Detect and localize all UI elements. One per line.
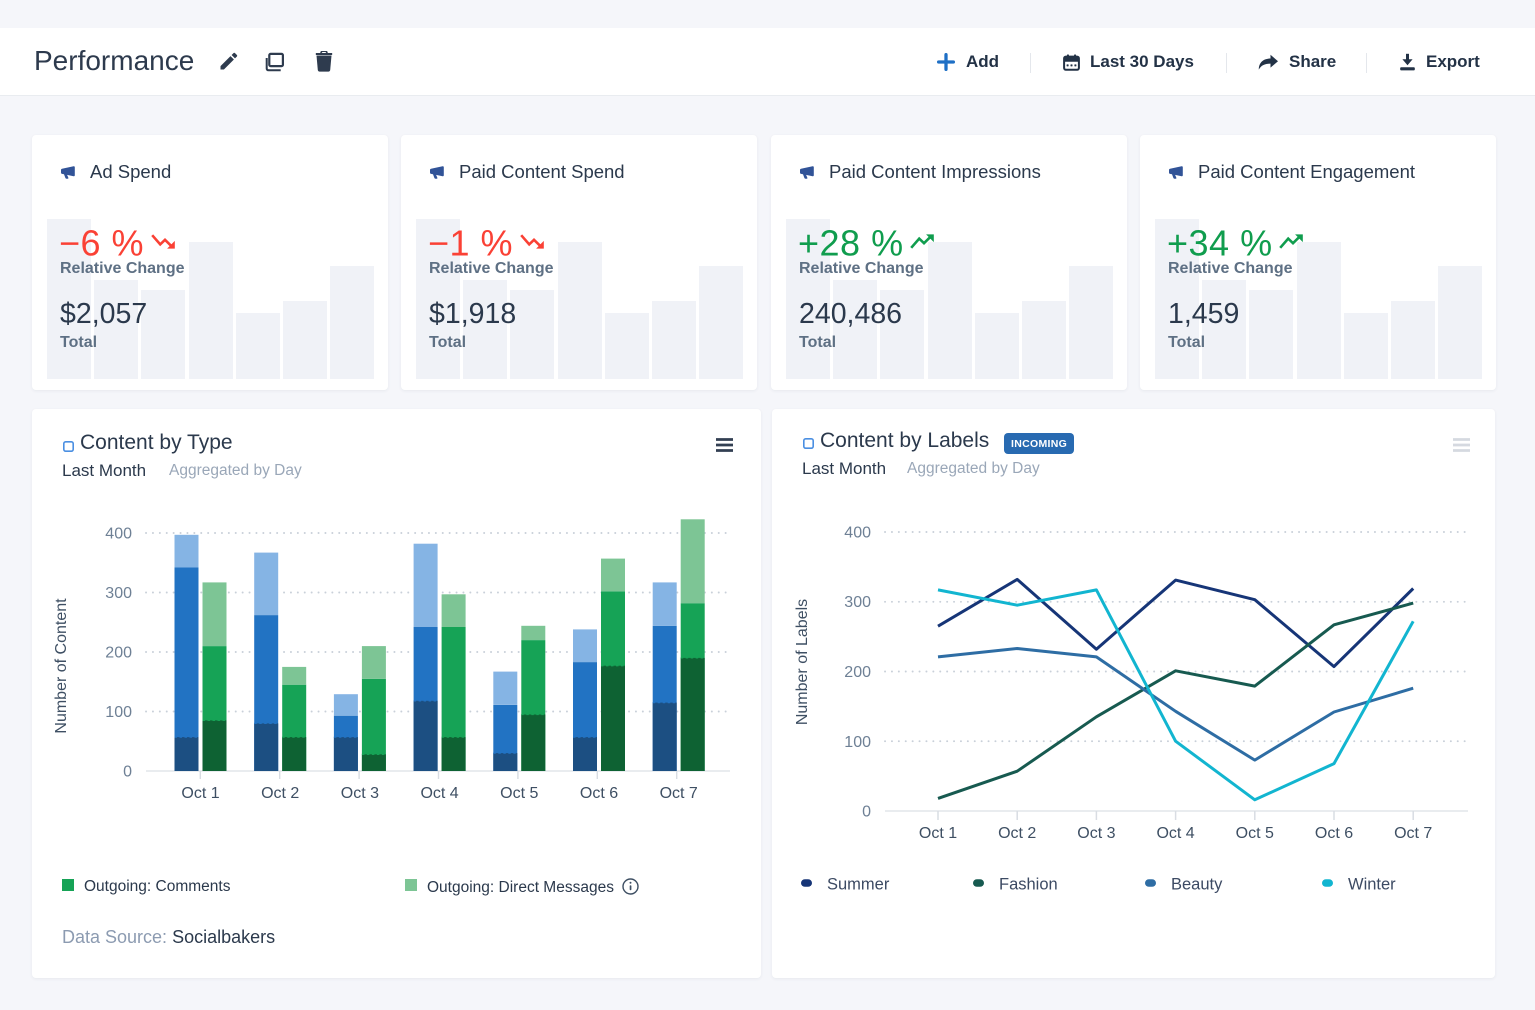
svg-text:300: 300 xyxy=(844,594,871,611)
svg-text:0: 0 xyxy=(123,764,132,781)
svg-text:200: 200 xyxy=(105,645,132,662)
svg-text:Beauty: Beauty xyxy=(1171,876,1223,894)
svg-text:Summer: Summer xyxy=(827,876,890,894)
svg-text:Oct 1: Oct 1 xyxy=(919,825,957,842)
svg-text:Oct 7: Oct 7 xyxy=(1394,825,1432,842)
svg-text:Number of Content: Number of Content xyxy=(53,598,70,734)
svg-text:Fashion: Fashion xyxy=(999,876,1058,894)
svg-text:100: 100 xyxy=(844,734,871,751)
svg-text:0: 0 xyxy=(862,804,871,821)
svg-text:Oct 1: Oct 1 xyxy=(181,785,219,802)
svg-text:Oct 4: Oct 4 xyxy=(420,785,458,802)
svg-text:Oct 6: Oct 6 xyxy=(580,785,618,802)
svg-text:Oct 2: Oct 2 xyxy=(261,785,299,802)
svg-text:Oct 7: Oct 7 xyxy=(660,785,698,802)
svg-text:200: 200 xyxy=(844,664,871,681)
svg-text:400: 400 xyxy=(105,526,132,543)
svg-text:Winter: Winter xyxy=(1348,876,1396,894)
svg-text:Oct 3: Oct 3 xyxy=(341,785,379,802)
svg-text:Number of Labels: Number of Labels xyxy=(794,599,811,725)
svg-text:Oct 6: Oct 6 xyxy=(1315,825,1353,842)
svg-text:Oct 2: Oct 2 xyxy=(998,825,1036,842)
svg-text:Oct 5: Oct 5 xyxy=(500,785,538,802)
svg-text:400: 400 xyxy=(844,525,871,542)
svg-text:Oct 3: Oct 3 xyxy=(1077,825,1115,842)
svg-text:300: 300 xyxy=(105,585,132,602)
svg-text:Oct 5: Oct 5 xyxy=(1236,825,1274,842)
svg-text:Oct 4: Oct 4 xyxy=(1156,825,1194,842)
svg-text:100: 100 xyxy=(105,704,132,721)
